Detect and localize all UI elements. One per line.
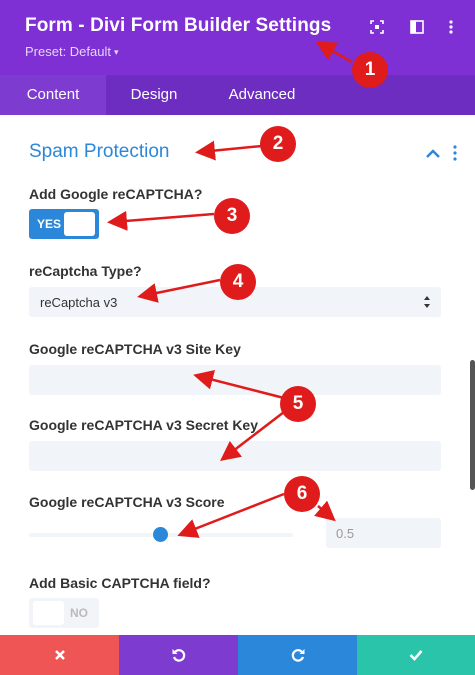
scrollbar[interactable] — [470, 360, 475, 490]
preset-selector[interactable]: Preset: Default ▾ — [25, 44, 119, 59]
recaptcha-toggle[interactable]: YES — [29, 209, 99, 239]
recaptcha-type-label: reCaptcha Type? — [29, 263, 142, 279]
section-more-icon[interactable] — [452, 145, 458, 161]
section-title[interactable]: Spam Protection — [29, 141, 169, 163]
toggle-knob — [64, 212, 95, 236]
caret-down-icon: ▾ — [114, 47, 119, 57]
preset-label: Preset: Default — [25, 44, 111, 59]
redo-button[interactable] — [238, 635, 357, 675]
modal-header: Form - Divi Form Builder Settings Preset… — [0, 0, 475, 75]
callout-2: 2 — [260, 126, 296, 162]
save-button[interactable] — [357, 635, 475, 675]
tab-bar: Content Design Advanced — [0, 75, 475, 115]
chevron-up-icon[interactable] — [424, 149, 442, 159]
site-key-label: Google reCAPTCHA v3 Site Key — [29, 341, 241, 357]
toggle-no-text: NO — [70, 606, 88, 620]
basic-captcha-toggle[interactable]: NO — [29, 598, 99, 628]
secret-key-input[interactable] — [29, 441, 441, 471]
spam-protection-section: Spam Protection Add Google reCAPTCHA? YE… — [0, 115, 475, 635]
recaptcha-label: Add Google reCAPTCHA? — [29, 186, 203, 202]
modal-title: Form - Divi Form Builder Settings — [25, 15, 332, 36]
check-icon — [409, 650, 423, 661]
callout-1: 1 — [352, 52, 388, 88]
recaptcha-type-value: reCaptcha v3 — [40, 295, 118, 310]
undo-button[interactable] — [119, 635, 238, 675]
more-icon[interactable] — [442, 18, 460, 36]
score-value: 0.5 — [336, 526, 355, 541]
secret-key-label: Google reCAPTCHA v3 Secret Key — [29, 417, 258, 433]
score-label: Google reCAPTCHA v3 Score — [29, 494, 225, 510]
toggle-yes-text: YES — [37, 217, 62, 231]
expand-icon[interactable] — [368, 18, 386, 36]
tab-design[interactable]: Design — [106, 75, 202, 115]
tab-advanced[interactable]: Advanced — [202, 75, 322, 115]
redo-icon — [291, 649, 304, 662]
undo-icon — [172, 649, 185, 662]
tab-content[interactable]: Content — [0, 75, 106, 115]
score-slider-handle[interactable] — [153, 527, 168, 542]
close-icon — [54, 650, 65, 660]
callout-4: 4 — [220, 264, 256, 300]
sidebar-icon[interactable] — [408, 18, 426, 36]
basic-captcha-label: Add Basic CAPTCHA field? — [29, 575, 211, 591]
toggle-knob — [33, 601, 64, 625]
callout-3: 3 — [214, 198, 250, 234]
score-input[interactable]: 0.5 — [326, 518, 441, 548]
select-arrows-icon — [424, 296, 430, 308]
modal-footer — [0, 635, 475, 675]
cancel-button[interactable] — [0, 635, 119, 675]
callout-5: 5 — [280, 386, 316, 422]
site-key-input[interactable] — [29, 365, 441, 395]
callout-6: 6 — [284, 476, 320, 512]
